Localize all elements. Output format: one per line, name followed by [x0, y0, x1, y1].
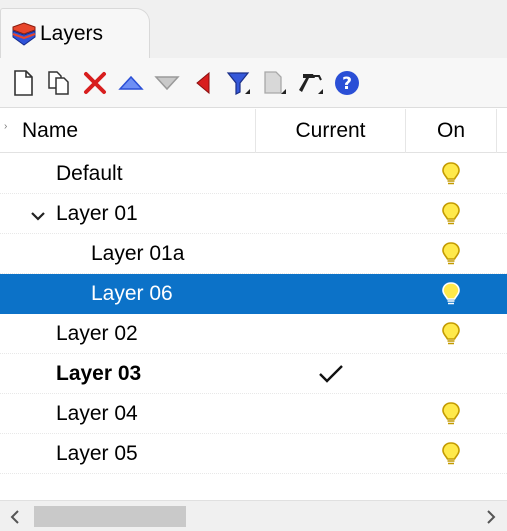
lightbulb-on-icon[interactable] [441, 281, 461, 307]
delete-icon [83, 71, 107, 95]
lightbulb-on-icon[interactable] [441, 321, 461, 347]
layer-row[interactable]: Default [0, 154, 507, 194]
move-to-parent-button[interactable] [188, 67, 218, 99]
scroll-left-icon[interactable] [8, 509, 22, 525]
scroll-right-icon[interactable] [484, 509, 498, 525]
layer-list: Default Layer 01 Layer 01a Layer 06 Layer 02… [0, 154, 507, 474]
layer-row[interactable]: Layer 02 [0, 314, 507, 354]
move-up-button[interactable] [116, 67, 146, 99]
tab-layers-label: Layers [40, 22, 104, 45]
tools-button[interactable] [296, 67, 326, 99]
delete-layer-button[interactable] [80, 67, 110, 99]
chevron-down-icon[interactable] [30, 206, 46, 222]
lightbulb-on-icon[interactable] [441, 241, 461, 267]
layer-name[interactable]: Default [56, 154, 123, 194]
panel-tab-strip: Layers [0, 0, 507, 58]
layer-name[interactable]: Layer 02 [56, 314, 138, 354]
layer-name[interactable]: Layer 01a [91, 234, 184, 274]
lightbulb-on-icon[interactable] [441, 441, 461, 467]
layer-name[interactable]: Layer 05 [56, 434, 138, 474]
filter-icon [226, 70, 252, 96]
move-down-button[interactable] [152, 67, 182, 99]
lightbulb-on-icon[interactable] [441, 401, 461, 427]
horizontal-scrollbar[interactable] [0, 500, 507, 531]
layer-states-button[interactable] [260, 67, 290, 99]
svg-text:?: ? [342, 74, 352, 94]
tab-layers[interactable]: Layers [0, 8, 150, 58]
move-up-icon [118, 74, 144, 92]
checkmark-icon[interactable] [318, 363, 344, 385]
column-header-on[interactable]: On [405, 109, 497, 153]
layer-row[interactable]: Layer 01a [0, 234, 507, 274]
new-sublayer-icon [47, 70, 71, 96]
move-to-parent-icon [194, 71, 212, 95]
new-layer-button[interactable] [8, 67, 38, 99]
help-button[interactable]: ? [332, 67, 362, 99]
layer-states-icon [262, 70, 288, 96]
lightbulb-on-icon[interactable] [441, 201, 461, 227]
new-layer-icon [12, 70, 34, 96]
column-header-current[interactable]: Current [255, 109, 405, 153]
layers-toolbar: ? [0, 58, 507, 108]
layer-row[interactable]: Layer 06 [0, 274, 507, 314]
help-icon: ? [334, 70, 360, 96]
layer-row[interactable]: Layer 05 [0, 434, 507, 474]
column-header-name[interactable]: Name [0, 109, 255, 153]
layer-name[interactable]: Layer 03 [56, 354, 141, 394]
layer-name[interactable]: Layer 01 [56, 194, 138, 234]
tools-icon [297, 70, 325, 96]
layer-row[interactable]: Layer 04 [0, 394, 507, 434]
layer-name[interactable]: Layer 04 [56, 394, 138, 434]
new-sublayer-button[interactable] [44, 67, 74, 99]
column-header: › Name Current On [0, 109, 507, 153]
layer-row[interactable]: Layer 01 [0, 194, 507, 234]
layer-row[interactable]: Layer 03 [0, 354, 507, 394]
layers-panel-icon [11, 21, 37, 47]
move-down-icon [154, 74, 180, 92]
filter-button[interactable] [224, 67, 254, 99]
scrollbar-thumb[interactable] [34, 506, 186, 527]
layer-name[interactable]: Layer 06 [91, 274, 173, 314]
lightbulb-on-icon[interactable] [441, 161, 461, 187]
